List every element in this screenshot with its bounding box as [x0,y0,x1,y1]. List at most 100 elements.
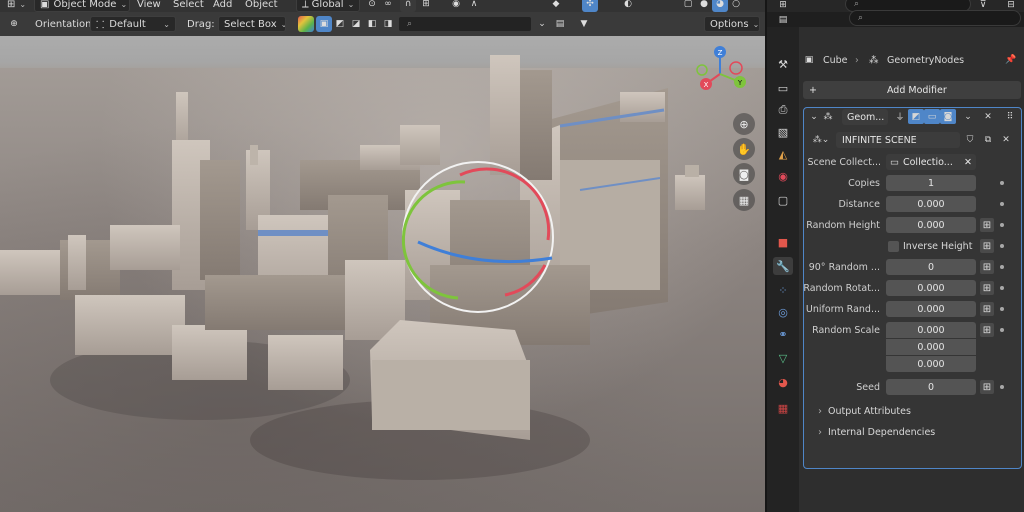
internal-dependencies-panel-header[interactable]: › Internal Dependencies [818,427,935,438]
orientation-dropdown[interactable]: ⸬ Default ⌄ [90,16,176,32]
gizmo-toggle-icon[interactable]: ✣ [582,0,598,12]
keyframe-dot[interactable] [1000,385,1004,389]
texture-tab-icon[interactable]: ▦ [773,399,793,417]
transform-pivot-icon[interactable]: ⊕ [6,16,22,32]
filter-icon[interactable]: ▼ [576,16,592,32]
pivot-icon[interactable]: ⊙ [364,0,380,12]
viewport-toggle-icon[interactable]: ▭ [924,109,940,124]
attribute-toggle-icon[interactable]: ⊞ [980,239,994,253]
random-scale-z-field[interactable]: 0.000 [886,356,976,372]
menu-object[interactable]: Object [240,0,283,12]
fake-user-shield-icon[interactable]: ⛉ [962,132,978,147]
drag-handle-icon[interactable]: ⠿ [1002,109,1018,124]
render-tab-icon[interactable]: ▭ [773,79,793,97]
view-layout-icon[interactable]: ▤ [552,16,568,32]
navigation-gizmo[interactable]: Z X Y [690,42,760,102]
output-tab-icon[interactable]: ⎙ [773,101,793,119]
neg-x-handle[interactable] [729,61,743,75]
attribute-toggle-icon[interactable]: ⊞ [980,260,994,274]
keyframe-dot[interactable] [1000,328,1004,332]
select-subtract-icon[interactable]: ◪ [348,16,364,32]
select-new-icon[interactable]: ▣ [316,16,332,32]
attribute-toggle-icon[interactable]: ⊞ [980,380,994,394]
random-90-field[interactable]: 0 [886,259,976,275]
distance-field[interactable]: 0.000 [886,196,976,212]
zoom-icon[interactable]: ⊕ [733,113,755,135]
attribute-toggle-icon[interactable]: ⊞ [980,323,994,337]
proportional-edit-icon[interactable]: ◉ [448,0,464,12]
menu-add[interactable]: Add [208,0,237,12]
duplicate-icon[interactable]: ⧉ [980,132,996,147]
menu-view[interactable]: View [132,0,166,12]
edit-mode-toggle-icon[interactable]: ⏚ [892,109,908,124]
transform-orientation-dropdown[interactable]: ⟂ Global ⌄ [296,0,360,12]
clear-icon[interactable]: ✕ [964,157,972,168]
add-modifier-button[interactable]: + Add Modifier [803,81,1021,99]
close-icon[interactable]: ✕ [980,109,996,124]
view-layer-tab-icon[interactable]: ▧ [773,123,793,141]
render-toggle-icon[interactable]: ◙ [940,109,956,124]
attribute-toggle-icon[interactable]: ⊞ [980,302,994,316]
keyframe-dot[interactable] [1000,181,1004,185]
object-tab-icon[interactable]: ■ [773,233,793,251]
properties-search[interactable]: ⌕ [849,10,1021,26]
mode-dropdown[interactable]: ▣ Object Mode ⌄ [34,0,130,12]
keyframe-dot[interactable] [1000,265,1004,269]
viewport-search-field[interactable]: ⌕ [398,16,532,32]
keyframe-dot[interactable] [1000,223,1004,227]
cage-toggle-icon[interactable]: ◩ [908,109,924,124]
copies-field[interactable]: 1 [886,175,976,191]
random-rotation-field[interactable]: 0.000 [886,280,976,296]
editor-type-button[interactable]: ⊞ ⌄ [2,0,28,12]
select-extend-icon[interactable]: ◩ [332,16,348,32]
shading-solid-icon[interactable]: ● [696,0,712,12]
data-tab-icon[interactable]: ▽ [773,349,793,367]
chevron-down-icon[interactable]: ⌄ [534,16,550,32]
output-attributes-panel-header[interactable]: › Output Attributes [818,406,911,417]
grid-perspective-icon[interactable]: ▦ [733,189,755,211]
random-scale-y-field[interactable]: 0.000 [886,339,976,355]
keyframe-dot[interactable] [1000,307,1004,311]
select-invert-icon[interactable]: ◧ [364,16,380,32]
seed-field[interactable]: 0 [886,379,976,395]
drag-dropdown[interactable]: Select Box ⌄ [218,16,286,32]
random-height-field[interactable]: 0.000 [886,217,976,233]
constraints-tab-icon[interactable]: ⚭ [773,325,793,343]
modifier-tab-icon[interactable]: 🔧 [773,257,793,275]
xray-icon[interactable]: ▢ [680,0,696,12]
shading-material-icon[interactable]: ◕ [712,0,728,12]
modifier-name-field[interactable]: Geom... [842,109,888,125]
tool-tab-icon[interactable]: ⚒ [773,55,793,73]
scene-tab-icon[interactable]: ◭ [773,145,793,163]
snap-target-icon[interactable]: ⊞ [418,0,434,12]
attribute-toggle-icon[interactable]: ⊞ [980,218,994,232]
menu-select[interactable]: Select [168,0,209,12]
inverse-height-checkbox[interactable] [888,241,899,252]
3d-viewport[interactable]: ⊞ ⌄ ▣ Object Mode ⌄ View Select Add Objec… [0,0,765,512]
properties-editor-icon[interactable]: ▤ [775,12,791,28]
shading-rendered-icon[interactable]: ○ [728,0,744,12]
snap-icon[interactable]: ∩ [400,0,416,12]
node-tree-browse-icon[interactable]: ⁂⌄ [810,132,832,147]
node-group-field[interactable]: INFINITE SCENE [836,132,960,148]
uniform-random-field[interactable]: 0.000 [886,301,976,317]
select-intersect-icon[interactable]: ◨ [380,16,396,32]
keyframe-dot[interactable] [1000,244,1004,248]
physics-tab-icon[interactable]: ◎ [773,303,793,321]
color-picker-icon[interactable] [298,16,314,32]
neg-y-handle[interactable] [696,64,708,76]
particles-tab-icon[interactable]: ⁘ [773,281,793,299]
scene-collection-field[interactable]: ▭ Collectio... ✕ [886,154,976,170]
overlay-icon[interactable]: ◐ [620,0,636,12]
pin-icon[interactable]: 📌 [1003,52,1019,68]
hand-pan-icon[interactable]: ✋ [733,138,755,160]
falloff-icon[interactable]: ∧ [466,0,482,12]
material-tab-icon[interactable]: ◕ [773,373,793,391]
keyframe-dot[interactable] [1000,202,1004,206]
keyframe-dot[interactable] [1000,286,1004,290]
camera-icon[interactable]: ◙ [733,163,755,185]
attribute-toggle-icon[interactable]: ⊞ [980,281,994,295]
modifier-menu-chevron-icon[interactable]: ⌄ [960,109,976,124]
link-icon[interactable]: ∞ [380,0,396,12]
options-dropdown[interactable]: Options ⌄ [704,16,760,32]
